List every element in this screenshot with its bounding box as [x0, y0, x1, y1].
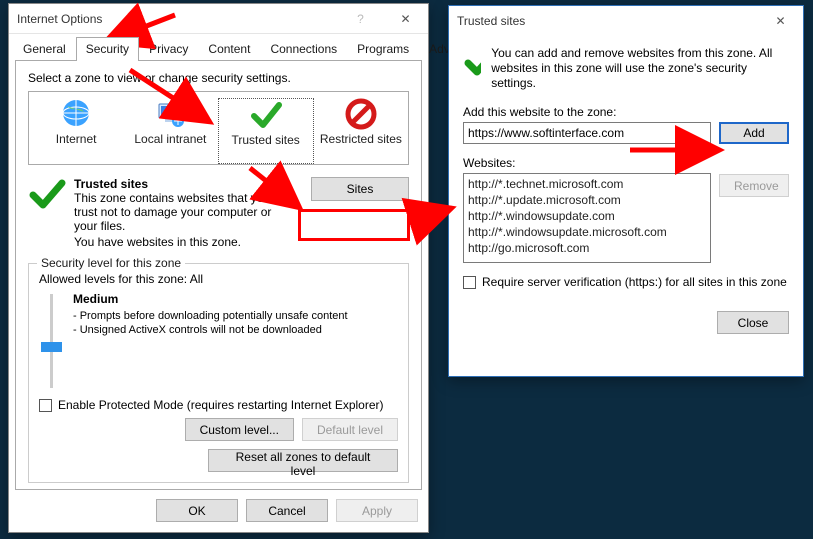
close-button[interactable]: Close — [717, 311, 789, 334]
websites-list[interactable]: http://*.technet.microsoft.com http://*.… — [463, 173, 711, 263]
tab-security[interactable]: Security — [76, 37, 139, 61]
zone-description: Trusted sites This zone contains website… — [28, 177, 409, 249]
io-footer: OK Cancel Apply — [156, 499, 418, 522]
ok-button[interactable]: OK — [156, 499, 238, 522]
security-level-group: Security level for this zone Allowed lev… — [28, 263, 409, 483]
ts-intro-text: You can add and remove websites from thi… — [491, 46, 789, 91]
default-level-button: Default level — [302, 418, 398, 441]
zone-internet[interactable]: Internet — [29, 98, 123, 164]
computer-icon — [153, 98, 187, 130]
security-level-legend: Security level for this zone — [37, 256, 185, 270]
ts-titlebar: Trusted sites ✕ — [449, 6, 803, 36]
sites-button[interactable]: Sites — [311, 177, 409, 201]
globe-icon — [59, 98, 93, 130]
tab-general[interactable]: General — [13, 37, 76, 61]
desc-title: Trusted sites — [74, 177, 274, 191]
zone-trusted-sites[interactable]: Trusted sites — [218, 98, 314, 164]
desc-body2: You have websites in this zone. — [74, 235, 274, 249]
trusted-sites-dialog: Trusted sites ✕ You can add and remove w… — [448, 5, 804, 377]
cancel-button[interactable]: Cancel — [246, 499, 328, 522]
tab-connections[interactable]: Connections — [260, 37, 347, 61]
reset-zones-button[interactable]: Reset all zones to default level — [208, 449, 398, 472]
slider-thumb[interactable] — [41, 342, 62, 352]
checkmark-large-icon — [28, 177, 66, 211]
internet-options-window: Internet Options ? ✕ General Security Pr… — [8, 3, 429, 533]
ts-close-icon[interactable]: ✕ — [758, 6, 803, 36]
websites-label: Websites: — [463, 156, 711, 170]
io-title: Internet Options — [17, 12, 338, 26]
site-item[interactable]: http://*.windowsupdate.com — [468, 208, 706, 224]
zone-local-intranet[interactable]: Local intranet — [123, 98, 217, 164]
apply-button: Apply — [336, 499, 418, 522]
add-button[interactable]: Add — [719, 122, 789, 144]
zone-prompt: Select a zone to view or change security… — [28, 71, 409, 85]
tab-strip: General Security Privacy Content Connect… — [9, 34, 428, 60]
add-website-label: Add this website to the zone: — [463, 105, 789, 119]
ts-title: Trusted sites — [457, 14, 758, 28]
close-icon[interactable]: ✕ — [383, 4, 428, 33]
prohibited-icon — [344, 98, 378, 130]
epm-label: Enable Protected Mode (requires restarti… — [58, 398, 384, 412]
require-https-checkbox[interactable] — [463, 276, 476, 289]
checkmark-icon — [249, 99, 283, 131]
security-slider[interactable] — [39, 292, 63, 388]
allowed-levels: Allowed levels for this zone: All — [39, 272, 398, 286]
site-item[interactable]: http://*.windowsupdate.microsoft.com — [468, 224, 706, 240]
website-input[interactable] — [463, 122, 711, 144]
tab-privacy[interactable]: Privacy — [139, 37, 198, 61]
custom-level-button[interactable]: Custom level... — [185, 418, 294, 441]
site-item[interactable]: http://*.technet.microsoft.com — [468, 176, 706, 192]
checkmark-large-icon — [463, 46, 481, 78]
help-icon[interactable]: ? — [338, 4, 383, 33]
tab-content[interactable]: Content — [198, 37, 260, 61]
site-item[interactable]: http://go.microsoft.com — [468, 240, 706, 256]
zone-restricted-sites[interactable]: Restricted sites — [314, 98, 408, 164]
remove-button: Remove — [719, 174, 789, 197]
desc-body1: This zone contains websites that you tru… — [74, 191, 274, 233]
level-line1: - Prompts before downloading potentially… — [73, 309, 348, 323]
level-line2: - Unsigned ActiveX controls will not be … — [73, 323, 348, 337]
security-pane: Select a zone to view or change security… — [15, 60, 422, 490]
zone-list[interactable]: Internet Local intranet Trusted sites Re… — [28, 91, 409, 165]
level-name: Medium — [73, 292, 348, 306]
tab-programs[interactable]: Programs — [347, 37, 419, 61]
epm-checkbox[interactable] — [39, 399, 52, 412]
site-item[interactable]: http://*.update.microsoft.com — [468, 192, 706, 208]
require-https-label: Require server verification (https:) for… — [482, 275, 787, 289]
io-titlebar: Internet Options ? ✕ — [9, 4, 428, 34]
